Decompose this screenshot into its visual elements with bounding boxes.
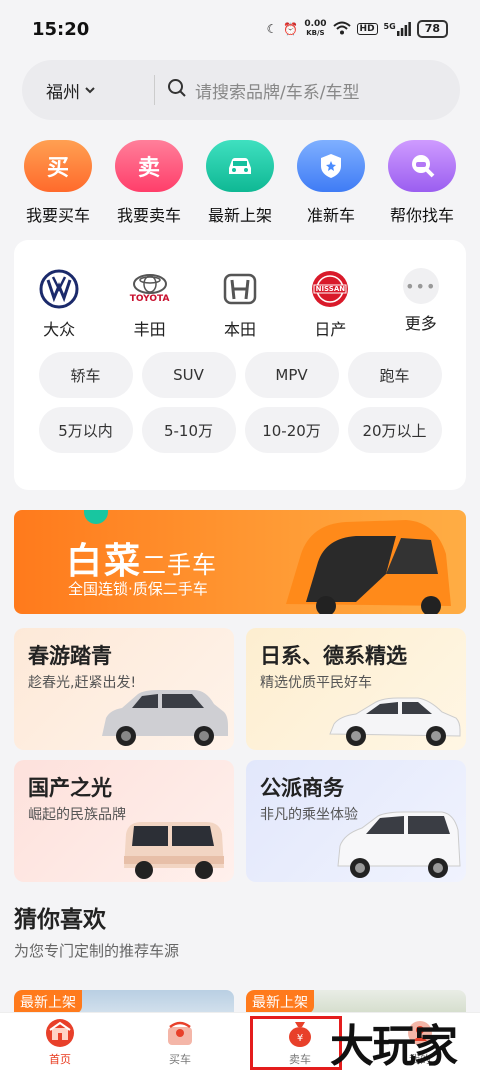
find-car-icon [388,140,456,192]
mpv-car-image [337,811,461,878]
tile-title: 国产之光 [28,776,112,800]
tab-label: 买车 [169,1053,191,1066]
quick-label: 我要卖车 [116,206,181,225]
honda-logo-icon [219,268,261,310]
status-bar: 15:20 ☾ ⏰ 0.00 KB/S HD 5G 78 [0,0,480,58]
quick-new-listings[interactable]: 最新上架 [196,140,284,226]
chip-price-under-5w[interactable]: 5万以内 [38,407,133,453]
more-icon: ••• [402,268,439,304]
sedan-car-image [329,697,461,746]
watermark-text: 大玩家 [330,1021,458,1072]
chevron-down-icon [84,80,96,100]
sell-glyph: 卖 [137,156,160,181]
brand-label: 丰田 [133,320,166,339]
buy-icon: 买 [24,140,92,192]
tab-label: 首页 [49,1053,71,1066]
status-icons: ☾ ⏰ 0.00 KB/S HD 5G 78 [267,20,448,38]
home-icon [44,1019,76,1047]
moon-icon: ☾ [266,22,278,36]
sell-icon: 卖 [115,140,183,192]
banner-tagline: 全国连锁·质保二手车 [68,580,208,598]
search-input[interactable]: 请搜索品牌/车系/车型 [155,78,359,103]
network-type: 5G [383,22,396,31]
recommend-title: 猜你喜欢 [14,907,106,933]
quick-sell-car[interactable]: 卖 我要卖车 [105,140,193,226]
city-selector[interactable]: 福州 [22,78,154,103]
hd-badge: HD [356,23,378,35]
brand-nissan[interactable]: NISSAN 日产 [290,268,370,340]
tile-subtitle: 精选优质平民好车 [260,675,372,691]
new-listing-tag: 最新上架 [246,990,314,1014]
quick-actions: 买 我要买车 卖 我要卖车 最新上架 准新车 帮你找车 [14,140,466,226]
tile-jp-de-picks[interactable]: 日系、德系精选 精选优质平民好车 [246,628,466,750]
promo-banner[interactable]: 白菜二手车 全国连锁·质保二手车 [14,510,466,614]
tile-title: 公派商务 [260,776,344,800]
city-label: 福州 [46,82,80,103]
nissan-logo-icon: NISSAN [309,268,351,310]
quick-find-car[interactable]: 帮你找车 [378,140,466,226]
brand-toyota[interactable]: TOYOTA 丰田 [110,268,190,340]
speed-value: 0.00 [304,19,327,29]
nissan-wordmark: NISSAN [315,285,346,293]
tile-subtitle: 崛起的民族品牌 [28,807,126,823]
banner-title: 白菜二手车 [66,532,217,584]
tile-title: 春游踏青 [28,644,112,668]
quick-label: 帮你找车 [389,206,454,225]
chip-price-10-20w[interactable]: 10-20万 [244,407,339,453]
tab-buy[interactable]: 买车 [120,1013,240,1073]
vw-logo-icon [38,268,80,310]
banner-brand-suffix: 二手车 [142,551,218,579]
tile-domestic[interactable]: 国产之光 崛起的民族品牌 [14,760,234,882]
banner-accent [84,510,108,524]
car-icon [206,140,274,192]
brand-more[interactable]: ••• 更多 [381,268,461,340]
tile-title: 日系、德系精选 [260,644,407,668]
status-time: 15:20 [32,18,90,40]
chip-price-5-10w[interactable]: 5-10万 [141,407,236,453]
brand-vw[interactable]: 大众 [19,268,99,340]
brand-label: 大众 [43,320,76,339]
toyota-wordmark: TOYOTA [129,294,170,304]
tile-spring-trip[interactable]: 春游踏青 趁春光,赶紧出发! [14,628,234,750]
banner-brand-main: 白菜 [66,541,143,582]
search-bar: 福州 请搜索品牌/车系/车型 [22,60,460,120]
brand-label: 日产 [314,320,347,339]
banner-car-image [286,520,451,614]
recommend-subtitle: 为您专门定制的推荐车源 [14,942,180,960]
chip-mpv[interactable]: MPV [244,352,339,398]
quick-label: 最新上架 [207,206,272,225]
brand-label: 本田 [223,320,256,339]
chip-sports[interactable]: 跑车 [347,352,442,398]
brand-list: 大众 TOYOTA 丰田 本田 NISSAN 日产 ••• 更多 [14,240,466,340]
buy-car-icon [164,1019,196,1047]
signal-icon: 5G [384,22,411,36]
quick-label: 我要买车 [25,206,90,225]
alarm-icon: ⏰ [283,22,299,36]
shield-icon [297,140,365,192]
mini-car-image [124,822,224,879]
quick-buy-car[interactable]: 买 我要买车 [14,140,102,226]
brand-label: 更多 [404,314,437,333]
annotation-highlight-box [250,1016,342,1070]
suv-car-image [102,690,228,746]
search-icon [167,78,187,103]
category-chips: 轿车 SUV MPV 跑车 5万以内 5-10万 10-20万 20万以上 [14,352,466,453]
tile-business[interactable]: 公派商务 非凡的乘坐体验 [246,760,466,882]
wifi-icon [332,21,351,38]
toyota-logo-icon: TOYOTA [129,268,171,310]
new-listing-tag: 最新上架 [14,990,82,1014]
speed-unit: KB/S [306,29,325,37]
chip-suv[interactable]: SUV [141,352,236,398]
buy-glyph: 买 [46,156,69,181]
search-placeholder: 请搜索品牌/车系/车型 [195,82,360,103]
quick-nearly-new[interactable]: 准新车 [287,140,375,226]
chip-sedan[interactable]: 轿车 [38,352,133,398]
network-speed: 0.00 KB/S [304,20,326,38]
brand-honda[interactable]: 本田 [200,268,280,340]
battery-indicator: 78 [416,20,448,38]
brand-filter-card: 大众 TOYOTA 丰田 本田 NISSAN 日产 ••• 更多 轿车 SUV … [14,240,466,490]
chip-price-over-20w[interactable]: 20万以上 [347,407,442,453]
tab-home[interactable]: 首页 [0,1013,120,1073]
quick-label: 准新车 [306,206,355,225]
